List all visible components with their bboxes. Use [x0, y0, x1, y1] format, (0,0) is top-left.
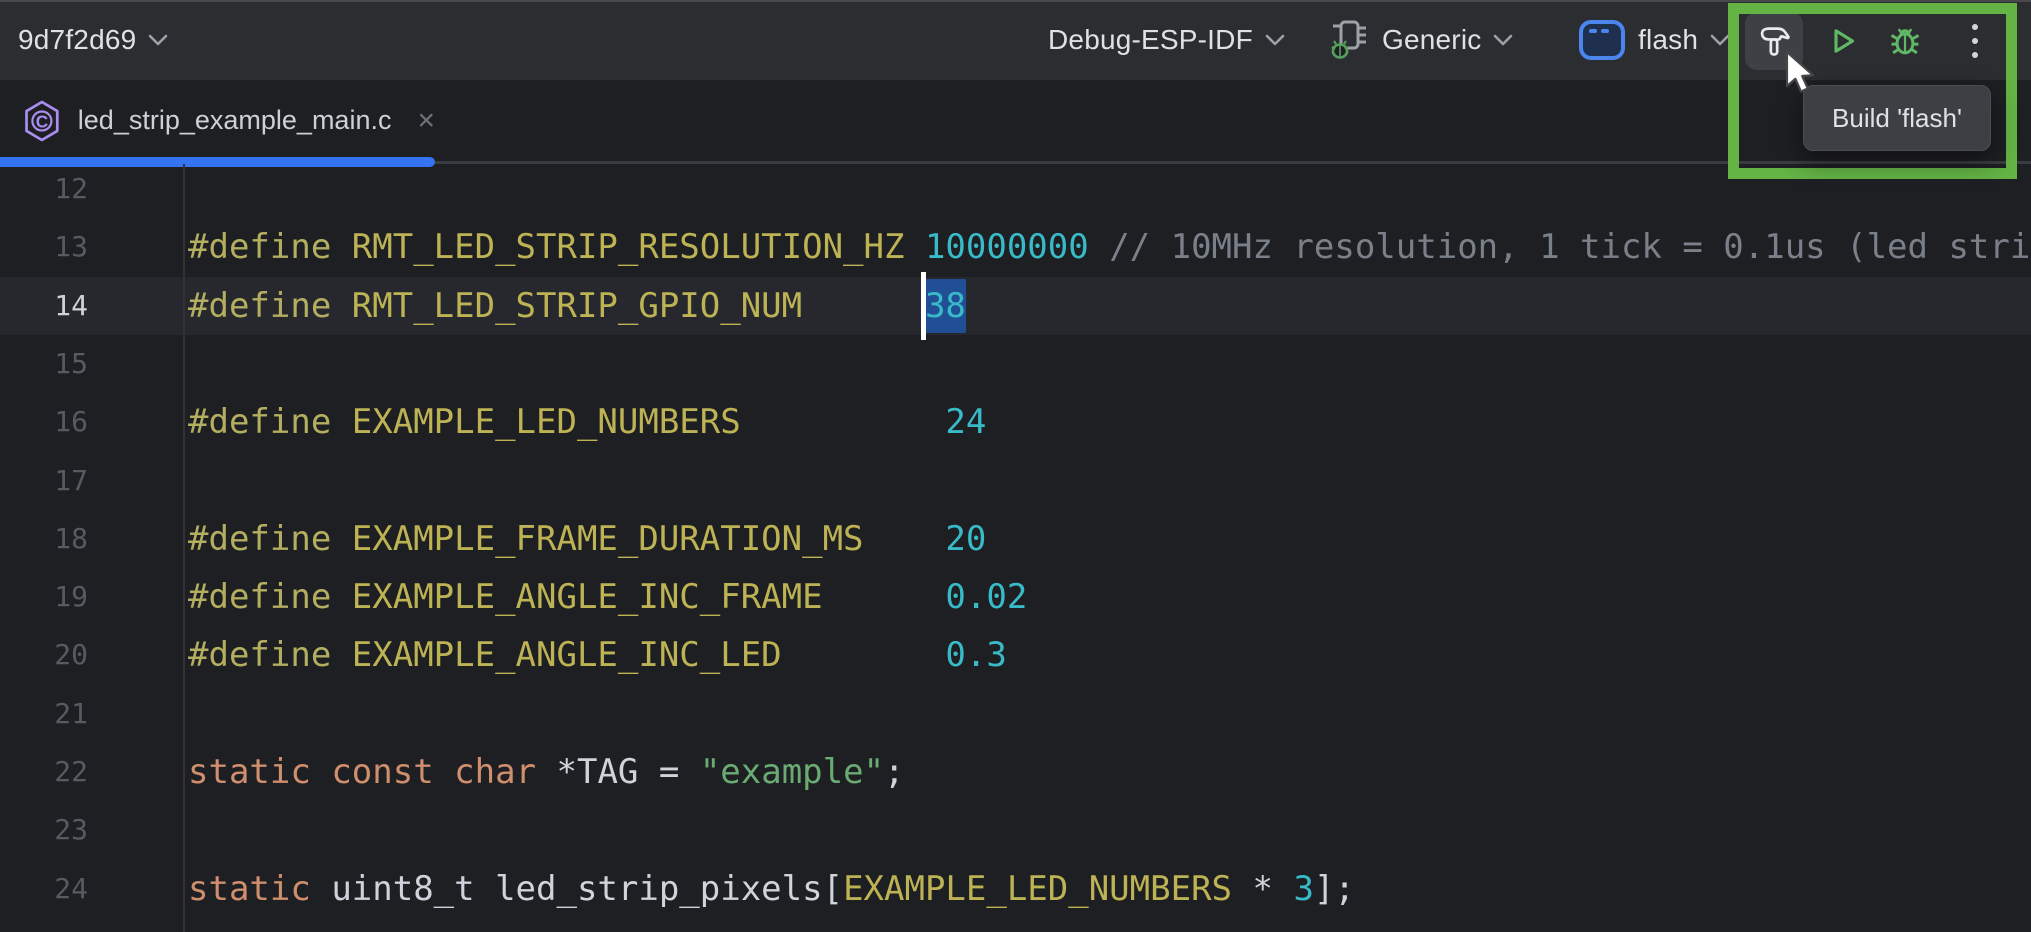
code-line-25[interactable]: 25 [0, 918, 2031, 932]
line-number[interactable]: 23 [0, 801, 88, 859]
code-text: static uint8_t led_strip_pixels[EXAMPLE_… [188, 860, 1355, 918]
code-text: #define EXAMPLE_LED_NUMBERS 24 [188, 393, 986, 451]
code-line-22[interactable]: 22 static const char *TAG = "example"; [0, 743, 2031, 801]
line-number[interactable]: 20 [0, 626, 88, 684]
editor-code-area[interactable]: 1213 #define RMT_LED_STRIP_RESOLUTION_HZ … [0, 164, 2031, 932]
more-actions-button[interactable] [1946, 12, 2004, 70]
chip-debug-icon [1328, 17, 1370, 63]
code-line-13[interactable]: 13 #define RMT_LED_STRIP_RESOLUTION_HZ 10… [0, 218, 2031, 276]
target-label: Generic [1382, 24, 1481, 56]
chevron-down-icon [1710, 34, 1730, 46]
code-line-19[interactable]: 19 #define EXAMPLE_ANGLE_INC_FRAME 0.02 [0, 568, 2031, 626]
debug-button[interactable] [1876, 12, 1934, 70]
code-text: #define RMT_LED_STRIP_RESOLUTION_HZ 1000… [188, 218, 2031, 276]
line-number[interactable]: 25 [0, 918, 88, 932]
line-number[interactable]: 22 [0, 743, 88, 801]
main-toolbar: 9d7f2d69 Debug-ESP-IDF [0, 0, 2031, 80]
c-file-icon: C [22, 97, 62, 145]
code-text: #define RMT_LED_STRIP_GPIO_NUM 38 [188, 277, 966, 335]
code-text: #define EXAMPLE_ANGLE_INC_LED 0.3 [188, 626, 1007, 684]
run-config-selector[interactable]: flash [1578, 0, 1730, 80]
code-text: #define EXAMPLE_FRAME_DURATION_MS 20 [188, 510, 986, 568]
active-tab-indicator [0, 157, 435, 167]
code-line-12[interactable]: 12 [0, 164, 2031, 218]
line-number[interactable]: 17 [0, 452, 88, 510]
code-line-14[interactable]: 14 #define RMT_LED_STRIP_GPIO_NUM 38 [0, 277, 2031, 335]
play-icon [1824, 23, 1860, 59]
line-number[interactable]: 16 [0, 393, 88, 451]
code-text: static const char *TAG = "example"; [188, 743, 905, 801]
project-name: 9d7f2d69 [18, 24, 136, 56]
line-number[interactable]: 13 [0, 218, 88, 276]
tooltip-text: Build 'flash' [1832, 103, 1962, 134]
code-line-21[interactable]: 21 [0, 685, 2031, 743]
code-line-24[interactable]: 24 static uint8_t led_strip_pixels[EXAMPL… [0, 860, 2031, 918]
editor-tab-bar: C led_strip_example_main.c × [0, 80, 2031, 164]
ide-window: 9d7f2d69 Debug-ESP-IDF [0, 0, 2031, 932]
code-line-20[interactable]: 20 #define EXAMPLE_ANGLE_INC_LED 0.3 [0, 626, 2031, 684]
run-config-label: flash [1638, 24, 1698, 56]
svg-text:C: C [36, 111, 48, 131]
line-number[interactable]: 19 [0, 568, 88, 626]
run-profile-selector[interactable]: Debug-ESP-IDF [1048, 0, 1285, 80]
code-line-18[interactable]: 18 #define EXAMPLE_FRAME_DURATION_MS 20 [0, 510, 2031, 568]
run-config-window-icon [1578, 18, 1626, 62]
code-line-16[interactable]: 16 #define EXAMPLE_LED_NUMBERS 24 [0, 393, 2031, 451]
code-line-23[interactable]: 23 [0, 801, 2031, 859]
debug-target-selector[interactable]: Generic [1328, 0, 1513, 80]
chevron-down-icon [1493, 34, 1513, 46]
line-number[interactable]: 15 [0, 335, 88, 393]
chevron-down-icon [148, 34, 168, 46]
project-selector[interactable]: 9d7f2d69 [18, 0, 168, 80]
selected-text: 38 [925, 279, 966, 333]
line-number[interactable]: 18 [0, 510, 88, 568]
tab-close-icon[interactable]: × [417, 106, 435, 136]
tab-led-strip-example-main[interactable]: C led_strip_example_main.c × [0, 80, 435, 161]
line-number[interactable]: 21 [0, 685, 88, 743]
line-number[interactable]: 24 [0, 860, 88, 918]
run-button[interactable] [1813, 12, 1871, 70]
mouse-cursor [1779, 50, 1819, 96]
line-number[interactable]: 14 [0, 277, 88, 335]
line-number[interactable]: 12 [0, 164, 88, 218]
code-line-17[interactable]: 17 [0, 452, 2031, 510]
code-line-15[interactable]: 15 [0, 335, 2031, 393]
build-tooltip: Build 'flash' [1803, 85, 1991, 151]
run-profile-label: Debug-ESP-IDF [1048, 24, 1253, 56]
chevron-down-icon [1265, 34, 1285, 46]
code-text: #define EXAMPLE_ANGLE_INC_FRAME 0.02 [188, 568, 1027, 626]
bug-icon [1886, 22, 1924, 60]
kebab-menu-icon [1968, 20, 1982, 62]
tab-label: led_strip_example_main.c [78, 105, 392, 136]
